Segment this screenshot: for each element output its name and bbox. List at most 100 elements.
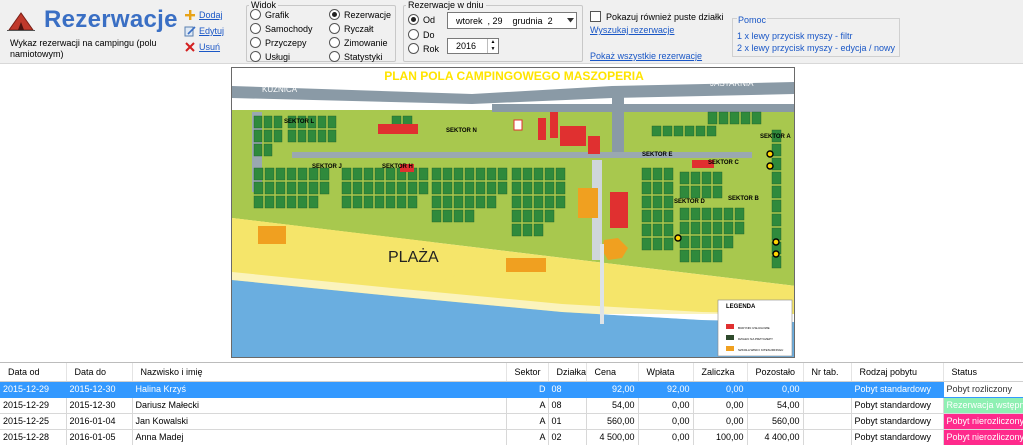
table-cell[interactable]: 0,00: [693, 413, 748, 430]
map-title: PLAN POLA CAMPINGOWEGO MASZOPERIA: [384, 69, 644, 83]
checkbox-box[interactable]: [590, 11, 601, 22]
table-cell[interactable]: [803, 429, 852, 445]
table-cell[interactable]: 0,00: [638, 413, 694, 430]
col-header[interactable]: Działka: [548, 363, 587, 382]
status-badge[interactable]: Pobyt rozliczony: [943, 381, 1023, 398]
table-cell[interactable]: 08: [548, 397, 587, 414]
view-radio-samochody[interactable]: Samochody: [250, 23, 313, 34]
table-cell[interactable]: 2015-12-29: [0, 381, 67, 398]
table-cell[interactable]: Jan Kowalski: [132, 413, 507, 430]
col-header[interactable]: Nazwisko i imię: [132, 363, 507, 382]
stepper-down-icon[interactable]: ▼: [488, 46, 498, 53]
table-cell[interactable]: A: [506, 397, 549, 414]
view-radio-ryczalt[interactable]: Ryczałt: [329, 23, 374, 34]
col-header[interactable]: Cena: [586, 363, 639, 382]
table-cell[interactable]: 54,00: [586, 397, 639, 414]
col-header[interactable]: Data od: [0, 363, 67, 382]
table-cell[interactable]: A: [506, 413, 549, 430]
table-cell[interactable]: Halina Krzyś: [132, 381, 507, 398]
table-cell[interactable]: Pobyt standardowy: [851, 397, 944, 414]
status-badge[interactable]: Pobyt nierozliczony: [943, 429, 1023, 445]
reservations-grid[interactable]: Data od Data do Nazwisko i imię Sektor D…: [0, 362, 1023, 445]
table-cell[interactable]: Dariusz Małecki: [132, 397, 507, 414]
table-cell[interactable]: 01: [548, 413, 587, 430]
table-cell[interactable]: [803, 381, 852, 398]
table-cell[interactable]: 2015-12-25: [0, 413, 67, 430]
table-cell[interactable]: 2015-12-30: [66, 397, 133, 414]
col-header[interactable]: Status: [943, 363, 1023, 382]
edit-button[interactable]: Edytuj: [184, 25, 224, 37]
table-cell[interactable]: D: [506, 381, 549, 398]
view-radio-przyczepy[interactable]: Przyczepy: [250, 37, 307, 48]
view-radio-uslugi[interactable]: Usługi: [250, 51, 290, 62]
table-cell[interactable]: 100,00: [693, 429, 748, 445]
col-header[interactable]: Nr tab.: [803, 363, 852, 382]
table-cell[interactable]: 560,00: [586, 413, 639, 430]
table-cell[interactable]: 0,00: [638, 397, 694, 414]
date-picker[interactable]: wtorek , 29 grudnia 2: [447, 12, 577, 29]
view-option-label: Rezerwacje: [344, 9, 392, 20]
chevron-down-icon[interactable]: [564, 13, 576, 28]
table-cell[interactable]: 92,00: [586, 381, 639, 398]
col-header[interactable]: Zaliczka: [693, 363, 748, 382]
view-radio-grafik[interactable]: Grafik: [250, 9, 289, 20]
table-cell[interactable]: 4 400,00: [747, 429, 804, 445]
col-header[interactable]: Pozostało: [747, 363, 804, 382]
view-radio-zimowanie[interactable]: Zimowanie: [329, 37, 388, 48]
table-cell[interactable]: 2016-01-04: [66, 413, 133, 430]
table-row[interactable]: 2015-12-29 2015-12-30 Dariusz Małecki A 08 54…: [0, 397, 1023, 414]
view-radio-statystyki[interactable]: Statystyki: [329, 51, 383, 62]
table-cell[interactable]: 2016-01-05: [66, 429, 133, 445]
table-cell[interactable]: [803, 413, 852, 430]
table-cell[interactable]: 2015-12-29: [0, 397, 67, 414]
show-empty-checkbox[interactable]: Pokazuj również puste działki: [590, 11, 724, 22]
date-radio-rok[interactable]: Rok: [408, 43, 439, 54]
table-row[interactable]: 2015-12-28 2016-01-05 Anna Madej A 02 4 500,0…: [0, 429, 1023, 445]
table-cell[interactable]: 2015-12-30: [66, 381, 133, 398]
table-cell[interactable]: 54,00: [747, 397, 804, 414]
table-row[interactable]: 2015-12-29 2015-12-30 Halina Krzyś D 08 92,00…: [0, 381, 1023, 398]
col-header[interactable]: Sektor: [506, 363, 549, 382]
show-empty-label: Pokazuj również puste działki: [606, 11, 724, 22]
date-radio-do[interactable]: Do: [408, 29, 435, 40]
delete-button[interactable]: Usuń: [184, 41, 220, 53]
view-radio-rezerwacje[interactable]: Rezerwacje: [329, 9, 391, 20]
campsite-map[interactable]: PLAN POLA CAMPINGOWEGO MASZOPERIA KUŹNIC…: [231, 67, 795, 358]
year-stepper[interactable]: 2016 ▲ ▼: [447, 38, 499, 54]
table-cell[interactable]: Pobyt standardowy: [851, 381, 944, 398]
table-cell[interactable]: 560,00: [747, 413, 804, 430]
delete-icon: [185, 42, 195, 52]
table-cell[interactable]: 0,00: [693, 397, 748, 414]
table-cell[interactable]: 4 500,00: [586, 429, 639, 445]
show-all-link[interactable]: Pokaż wszystkie rezerwacje: [590, 51, 702, 61]
col-header[interactable]: Rodzaj pobytu: [851, 363, 944, 382]
table-cell[interactable]: 08: [548, 381, 587, 398]
status-badge[interactable]: Rezerwacja wstępna: [943, 397, 1023, 414]
date-option-label: Do: [423, 29, 435, 40]
col-header[interactable]: Wpłata: [638, 363, 694, 382]
table-cell[interactable]: 0,00: [693, 381, 748, 398]
map-canvas[interactable]: PLAN POLA CAMPINGOWEGO MASZOPERIA KUŹNIC…: [232, 68, 795, 358]
table-cell[interactable]: 92,00: [638, 381, 694, 398]
table-cell[interactable]: Anna Madej: [132, 429, 507, 445]
date-radio-od[interactable]: Od: [408, 14, 435, 25]
sector-label: SEKTOR J: [312, 164, 342, 170]
table-cell[interactable]: Pobyt standardowy: [851, 429, 944, 445]
table-cell[interactable]: 2015-12-28: [0, 429, 67, 445]
edit-label: Edytuj: [199, 26, 225, 36]
stepper-arrows[interactable]: ▲ ▼: [487, 39, 498, 53]
table-cell[interactable]: A: [506, 429, 549, 445]
table-cell[interactable]: 0,00: [638, 429, 694, 445]
delete-label: Usuń: [199, 42, 221, 52]
stepper-up-icon[interactable]: ▲: [488, 39, 498, 46]
table-row[interactable]: 2015-12-25 2016-01-04 Jan Kowalski A 01 560,0…: [0, 413, 1023, 430]
table-cell[interactable]: Pobyt standardowy: [851, 413, 944, 430]
table-cell[interactable]: 0,00: [747, 381, 804, 398]
view-option-label: Samochody: [265, 23, 313, 34]
add-button[interactable]: Dodaj: [184, 9, 223, 21]
search-reservations-link[interactable]: Wyszukaj rezerwacje: [590, 25, 674, 35]
col-header[interactable]: Data do: [66, 363, 133, 382]
table-cell[interactable]: [803, 397, 852, 414]
status-badge[interactable]: Pobyt nierozliczony: [943, 413, 1023, 430]
table-cell[interactable]: 02: [548, 429, 587, 445]
